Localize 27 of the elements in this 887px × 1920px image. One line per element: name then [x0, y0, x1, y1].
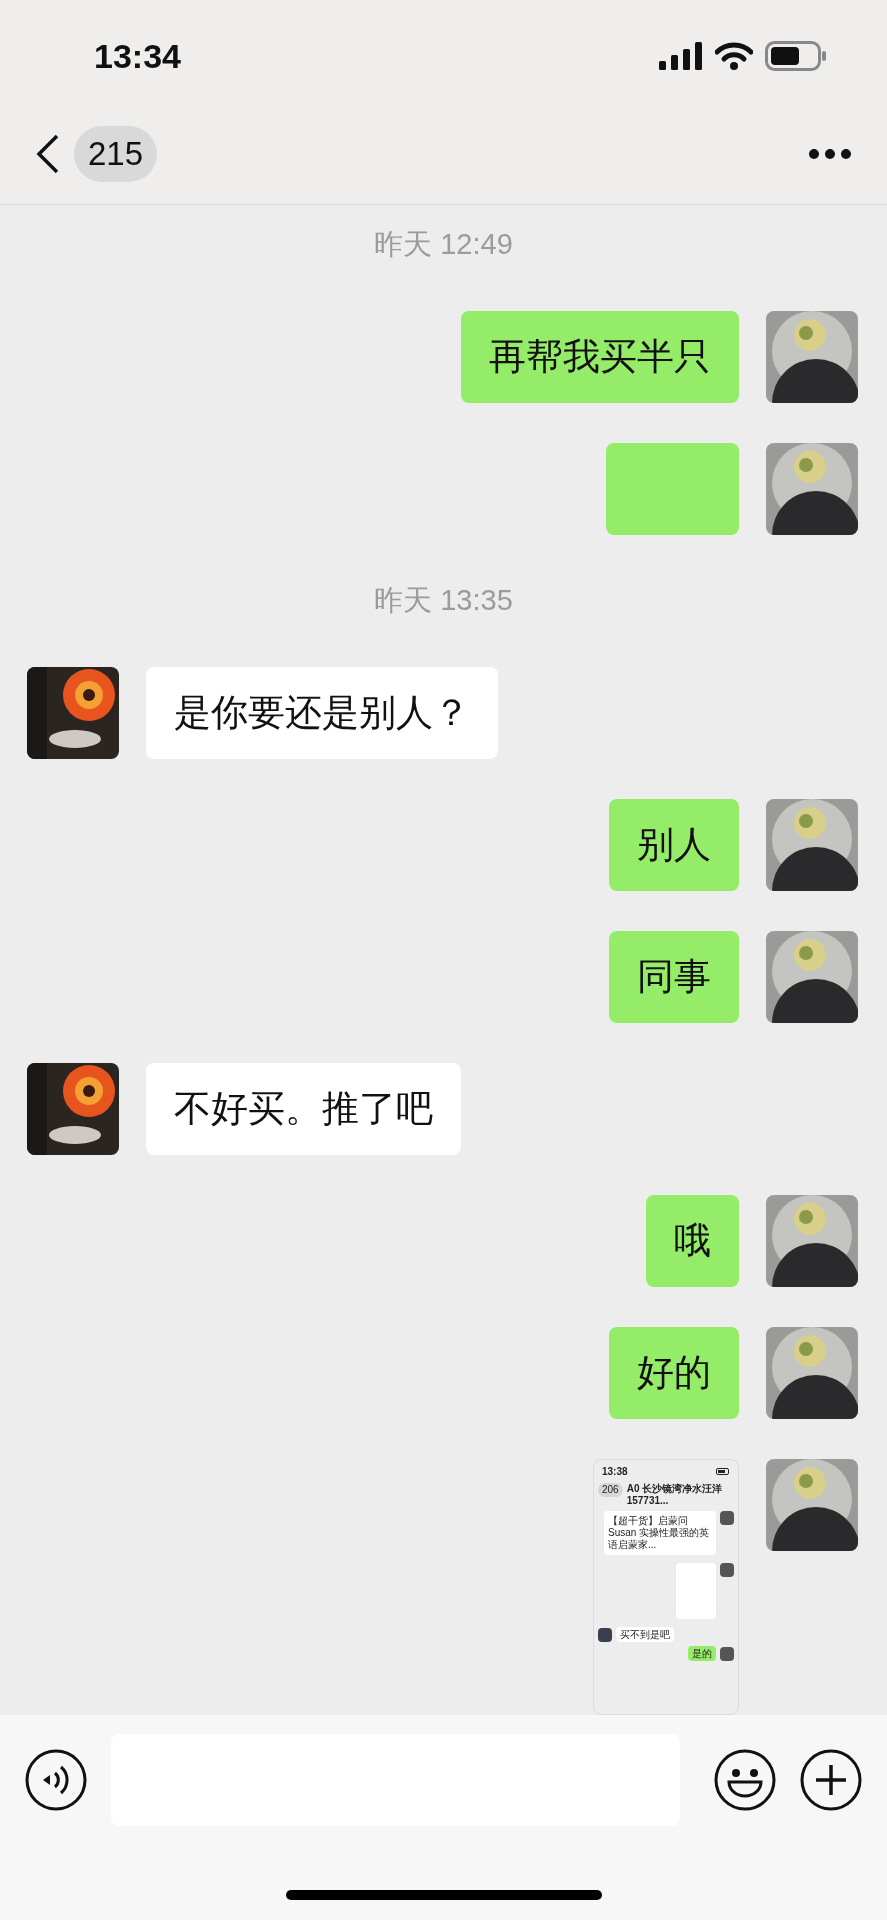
thumbnail-message: 买不到是吧: [616, 1627, 674, 1642]
status-time: 13:34: [94, 35, 181, 77]
more-icon[interactable]: [809, 149, 851, 159]
thumbnail-time: 13:38: [602, 1465, 628, 1479]
message-bubble[interactable]: 不好买。推了吧: [146, 1063, 461, 1155]
message-bubble[interactable]: 哦: [646, 1195, 739, 1287]
message-bubble[interactable]: 别人: [609, 799, 739, 891]
message-bubble[interactable]: 再帮我买半只: [461, 311, 739, 403]
thumbnail-message: 是的: [688, 1646, 716, 1661]
thumbnail-title: A0 长沙镜湾净水汪洋 157731...: [626, 1483, 724, 1507]
battery-icon: [765, 41, 827, 71]
screenshot-thumbnail[interactable]: 13:38 206 A0 长沙镜湾净水汪洋 157731... 【超干货】启蒙问 Susan 实操性最强的英语启蒙家... 买不到是吧 是的: [593, 1459, 739, 1715]
message-bubble[interactable]: 是你要还是别人？: [146, 667, 498, 759]
voice-icon[interactable]: [25, 1749, 87, 1811]
timestamp: 昨天 12:49: [374, 227, 513, 263]
timestamp: 昨天 13:35: [374, 583, 513, 619]
thumbnail-battery-icon: [716, 1468, 730, 1475]
back-icon[interactable]: [36, 133, 60, 175]
thumbnail-unread-count: 206: [598, 1483, 623, 1497]
emoji-icon[interactable]: [714, 1749, 776, 1811]
wifi-icon: [715, 42, 753, 70]
message-bubble[interactable]: 同事: [609, 931, 739, 1023]
message-bubble[interactable]: 好的: [609, 1327, 739, 1419]
thumbnail-card-text: 【超干货】启蒙问 Susan 实操性最强的英语启蒙家...: [608, 1515, 711, 1551]
signal-icon: [659, 42, 703, 70]
add-icon[interactable]: [800, 1749, 862, 1811]
unread-count-badge[interactable]: 215: [74, 126, 158, 182]
